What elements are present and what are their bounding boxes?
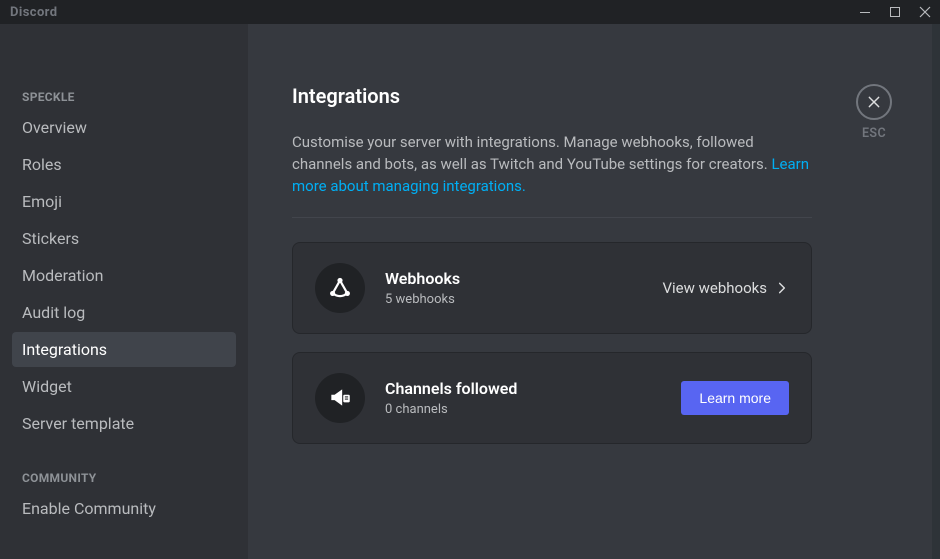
card-webhooks[interactable]: Webhooks 5 webhooks View webhooks xyxy=(292,242,812,334)
close-column: ESC xyxy=(856,84,892,141)
chevron-right-icon xyxy=(775,281,789,295)
sidebar-item-widget[interactable]: Widget xyxy=(12,369,236,404)
app-brand: Discord xyxy=(10,5,57,20)
sidebar-item-overview[interactable]: Overview xyxy=(12,110,236,145)
view-webhooks-link[interactable]: View webhooks xyxy=(662,279,789,297)
page-description-text: Customise your server with integrations.… xyxy=(292,133,771,173)
sidebar-section-community: COMMUNITY xyxy=(12,465,236,491)
titlebar: Discord xyxy=(0,0,940,24)
close-settings-button[interactable] xyxy=(856,84,892,120)
settings-sidebar: SPECKLE Overview Roles Emoji Stickers Mo… xyxy=(0,24,248,559)
webhook-icon xyxy=(327,275,353,301)
sidebar-item-emoji[interactable]: Emoji xyxy=(12,184,236,219)
window-controls xyxy=(850,0,940,24)
page-description: Customise your server with integrations.… xyxy=(292,132,812,197)
card-webhooks-title: Webhooks xyxy=(385,269,642,288)
divider xyxy=(292,217,812,218)
window-minimize-button[interactable] xyxy=(850,0,880,24)
minimize-icon xyxy=(859,6,871,18)
window-maximize-button[interactable] xyxy=(880,0,910,24)
card-webhooks-body: Webhooks 5 webhooks xyxy=(385,269,642,307)
megaphone-icon xyxy=(327,385,353,411)
sidebar-item-stickers[interactable]: Stickers xyxy=(12,221,236,256)
sidebar-item-integrations[interactable]: Integrations xyxy=(12,332,236,367)
sidebar-item-enable-community[interactable]: Enable Community xyxy=(12,491,236,526)
sidebar-item-server-template[interactable]: Server template xyxy=(12,406,236,441)
card-channels-title: Channels followed xyxy=(385,379,661,398)
webhook-icon-wrap xyxy=(315,263,365,313)
window-close-button[interactable] xyxy=(910,0,940,24)
close-label: ESC xyxy=(862,126,886,141)
sidebar-item-roles[interactable]: Roles xyxy=(12,147,236,182)
card-channels-body: Channels followed 0 channels xyxy=(385,379,661,417)
channels-icon-wrap xyxy=(315,373,365,423)
close-icon xyxy=(919,6,931,18)
sidebar-section-server: SPECKLE xyxy=(12,84,236,110)
learn-more-button[interactable]: Learn more xyxy=(681,381,789,415)
card-channels-sub: 0 channels xyxy=(385,402,661,417)
page-title: Integrations xyxy=(292,84,900,108)
sidebar-item-moderation[interactable]: Moderation xyxy=(12,258,236,293)
view-webhooks-label: View webhooks xyxy=(662,279,767,297)
content-area: Integrations Customise your server with … xyxy=(248,24,940,559)
card-channels-followed: Channels followed 0 channels Learn more xyxy=(292,352,812,444)
card-webhooks-sub: 5 webhooks xyxy=(385,292,642,307)
maximize-icon xyxy=(889,6,901,18)
sidebar-item-audit-log[interactable]: Audit log xyxy=(12,295,236,330)
scrollbar-track[interactable] xyxy=(932,24,940,559)
close-icon xyxy=(866,94,882,110)
